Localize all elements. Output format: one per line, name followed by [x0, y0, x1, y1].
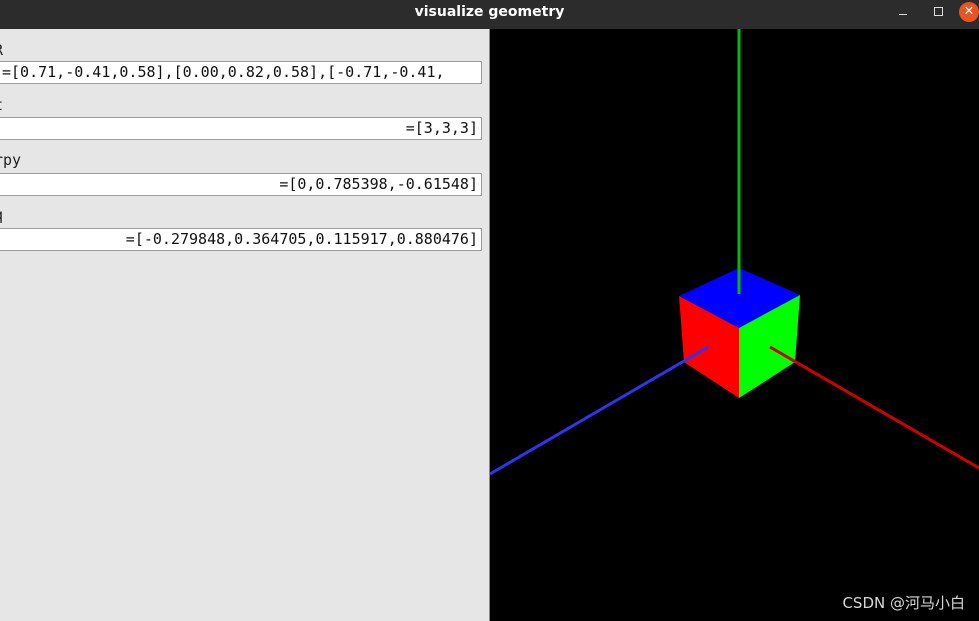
maximize-icon — [933, 7, 943, 16]
rpy-label: rpy — [0, 151, 22, 169]
close-button[interactable]: ✕ — [959, 2, 979, 22]
3d-viewport[interactable]: CSDN @河马小白 — [490, 29, 979, 621]
r-field[interactable]: =[0.71,-0.41,0.58],[0.00,0.82,0.58],[-0.… — [0, 61, 482, 84]
y-axis — [490, 345, 709, 476]
maximize-button[interactable] — [928, 2, 948, 22]
scene-canvas — [490, 29, 979, 476]
watermark: CSDN @河马小白 — [842, 594, 965, 612]
x-axis — [769, 345, 979, 470]
r-label: R — [0, 41, 3, 59]
t-field[interactable]: =[3,3,3] — [0, 117, 482, 140]
minimize-icon — [899, 14, 907, 15]
title-bar: visualize geometry ✕ — [0, 0, 979, 29]
q-field[interactable]: =[-0.279848,0.364705,0.115917,0.880476] — [0, 228, 482, 251]
t-label: t — [0, 96, 3, 114]
q-label: q — [0, 206, 3, 224]
window-title: visualize geometry — [414, 4, 565, 20]
rpy-field[interactable]: =[0,0.785398,-0.61548] — [0, 173, 482, 196]
minimize-button[interactable] — [893, 2, 913, 22]
parameter-panel: R =[0.71,-0.41,0.58],[0.00,0.82,0.58],[-… — [0, 29, 489, 621]
close-icon: ✕ — [963, 4, 975, 19]
